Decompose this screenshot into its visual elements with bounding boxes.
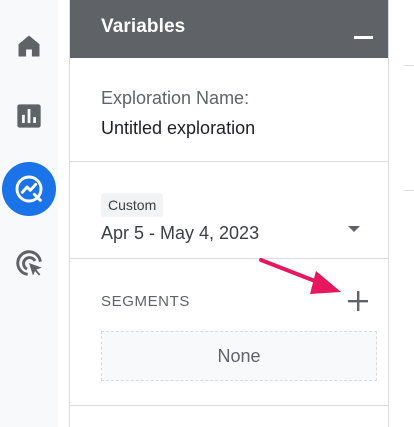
advertising-icon <box>16 250 42 276</box>
dropdown-arrow-icon[interactable] <box>346 224 362 234</box>
exploration-name-section: Exploration Name: Untitled exploration <box>70 58 388 162</box>
nav-item-reports[interactable] <box>0 88 58 144</box>
nav-item-home[interactable] <box>0 18 58 74</box>
home-icon <box>18 35 40 57</box>
collapse-button[interactable] <box>350 22 378 50</box>
reports-icon <box>17 104 41 128</box>
date-range-chip: Custom <box>101 193 164 217</box>
nav-rail <box>0 0 58 427</box>
canvas-divider <box>404 65 414 66</box>
panel-header: Variables <box>70 0 388 58</box>
panel-title: Variables <box>101 16 186 37</box>
segments-empty-slot[interactable]: None <box>101 331 377 381</box>
nav-item-explore[interactable] <box>0 161 58 217</box>
date-range-section[interactable]: Custom Apr 5 - May 4, 2023 <box>70 162 388 259</box>
variables-panel: Variables Exploration Name: Untitled exp… <box>69 0 389 427</box>
canvas-divider <box>404 190 414 191</box>
explore-active-indicator <box>2 162 56 216</box>
exploration-name-label: Exploration Name: <box>101 88 250 108</box>
segments-label: SEGMENTS <box>101 293 190 310</box>
explore-icon <box>15 175 43 203</box>
segments-section: SEGMENTS None <box>70 259 388 406</box>
exploration-name-input[interactable]: Untitled exploration <box>101 118 255 139</box>
minus-icon <box>354 36 373 39</box>
nav-item-advertising[interactable] <box>0 235 58 291</box>
plus-icon <box>348 291 368 311</box>
add-segment-button[interactable] <box>344 287 372 315</box>
date-range-value[interactable]: Apr 5 - May 4, 2023 <box>101 223 259 244</box>
app-root: Variables Exploration Name: Untitled exp… <box>0 0 414 427</box>
